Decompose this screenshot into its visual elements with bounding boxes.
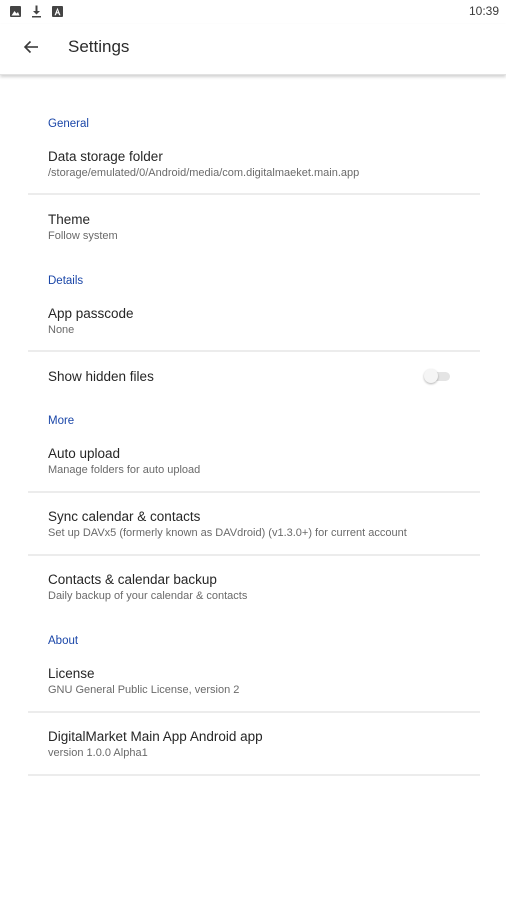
- pref-title: Contacts & calendar backup: [48, 572, 217, 587]
- pref-title: Sync calendar & contacts: [48, 509, 201, 524]
- divider: [28, 554, 480, 556]
- pref-summary: Follow system: [48, 230, 118, 242]
- status-icons: [9, 5, 64, 18]
- divider: [28, 491, 480, 493]
- download-icon: [30, 5, 43, 18]
- a-letter-icon: [51, 5, 64, 18]
- divider: [28, 711, 480, 713]
- pref-title: App passcode: [48, 306, 134, 321]
- pref-title: License: [48, 666, 95, 681]
- pref-summary: /storage/emulated/0/Android/media/com.di…: [48, 167, 360, 179]
- arrow-back-icon: [23, 39, 39, 60]
- divider: [28, 350, 480, 352]
- section-header-more: More: [48, 415, 75, 427]
- section-header-general: General: [48, 118, 89, 130]
- pref-summary: Daily backup of your calendar & contacts: [48, 590, 248, 602]
- pref-app-passcode[interactable]: App passcode None: [28, 297, 480, 349]
- app-bar: Settings: [0, 24, 506, 75]
- section-header-about: About: [48, 635, 79, 647]
- pref-license[interactable]: License GNU General Public License, vers…: [28, 657, 480, 709]
- pref-title: Auto upload: [48, 446, 121, 461]
- divider: [28, 774, 480, 776]
- image-icon: [9, 5, 22, 18]
- pref-summary: GNU General Public License, version 2: [48, 684, 240, 696]
- pref-summary: None: [48, 324, 75, 336]
- status-time: 10:39: [468, 4, 499, 18]
- pref-title: Theme: [48, 212, 91, 227]
- pref-data-storage-folder[interactable]: Data storage folder /storage/emulated/0/…: [28, 140, 480, 192]
- show-hidden-files-toggle[interactable]: [424, 369, 450, 383]
- pref-show-hidden-files[interactable]: Show hidden files: [28, 360, 480, 396]
- pref-title: DigitalMarket Main App Android app: [48, 729, 263, 744]
- pref-app-info[interactable]: DigitalMarket Main App Android app versi…: [28, 720, 480, 772]
- status-bar: 10:39: [0, 0, 506, 24]
- pref-sync-calendar-contacts[interactable]: Sync calendar & contacts Set up DAVx5 (f…: [28, 500, 480, 552]
- pref-theme[interactable]: Theme Follow system: [28, 203, 480, 253]
- pref-auto-upload[interactable]: Auto upload Manage folders for auto uplo…: [28, 437, 480, 489]
- pref-summary: Set up DAVx5 (formerly known as DAVdroid…: [48, 527, 407, 539]
- pref-title: Show hidden files: [48, 369, 154, 384]
- pref-summary: Manage folders for auto upload: [48, 464, 201, 476]
- divider: [28, 193, 480, 195]
- pref-title: Data storage folder: [48, 149, 163, 164]
- toggle-thumb: [424, 369, 438, 383]
- back-button[interactable]: [16, 34, 46, 64]
- section-header-details: Details: [48, 275, 84, 287]
- page-title: Settings: [68, 37, 130, 56]
- pref-summary: version 1.0.0 Alpha1: [48, 747, 148, 759]
- pref-contacts-calendar-backup[interactable]: Contacts & calendar backup Daily backup …: [28, 563, 480, 615]
